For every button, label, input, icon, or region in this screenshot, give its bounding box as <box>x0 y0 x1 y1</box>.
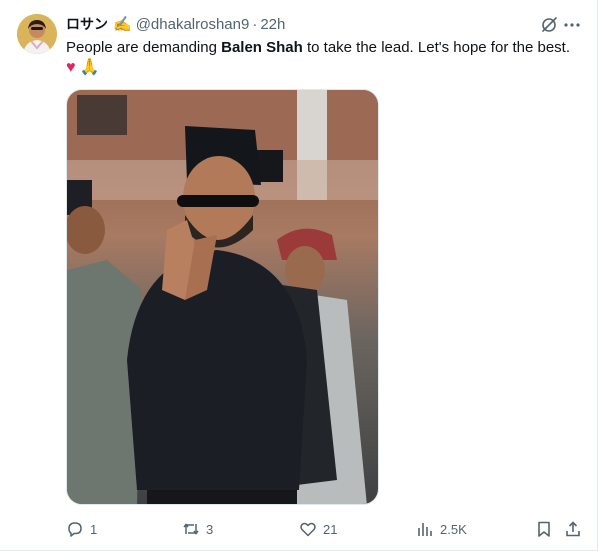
like-count: 21 <box>323 521 338 537</box>
separator-dot: · <box>252 15 258 33</box>
views-icon <box>418 523 432 536</box>
post-text-after: to take the lead. Let's hope for the bes… <box>302 39 571 56</box>
author-name[interactable]: ロサン <box>66 14 108 34</box>
like-button[interactable]: 21 <box>299 516 337 542</box>
post-header: ロサン ✍️ @dhakalroshan9 · 22h <box>66 14 285 34</box>
views-count: 2.5K <box>440 521 467 537</box>
post-text-mention: Balen Shah <box>221 39 303 56</box>
reply-button[interactable]: 1 <box>66 516 97 542</box>
more-icon[interactable] <box>563 16 581 34</box>
repost-button[interactable]: 3 <box>182 516 213 542</box>
bookmark-icon <box>538 521 550 537</box>
like-icon <box>300 522 316 537</box>
share-button[interactable] <box>564 516 582 542</box>
reply-count: 1 <box>90 521 98 537</box>
post-text-before: People are demanding <box>66 39 222 56</box>
writing-hand-icon: ✍️ <box>113 16 132 33</box>
avatar[interactable] <box>17 14 57 54</box>
grok-icon[interactable] <box>540 16 558 34</box>
post-emojis: ♥ 🙏 <box>66 58 99 78</box>
pray-emoji: 🙏 <box>79 59 100 76</box>
post-card[interactable]: ロサン ✍️ @dhakalroshan9 · 22h People are d… <box>0 0 598 551</box>
repost-count: 3 <box>206 521 214 537</box>
bookmark-button[interactable] <box>535 516 553 542</box>
views-button[interactable]: 2.5K <box>416 516 467 542</box>
heart-emoji: ♥ <box>66 59 76 76</box>
action-bar: 1 3 21 2.5K <box>0 516 598 542</box>
share-icon <box>566 521 580 537</box>
post-image[interactable] <box>66 89 379 505</box>
author-handle[interactable]: @dhakalroshan9 <box>136 16 250 33</box>
post-time[interactable]: 22h <box>260 16 285 33</box>
repost-icon <box>183 523 199 535</box>
reply-icon <box>68 522 82 537</box>
post-text: People are demanding Balen Shah to take … <box>66 38 586 58</box>
